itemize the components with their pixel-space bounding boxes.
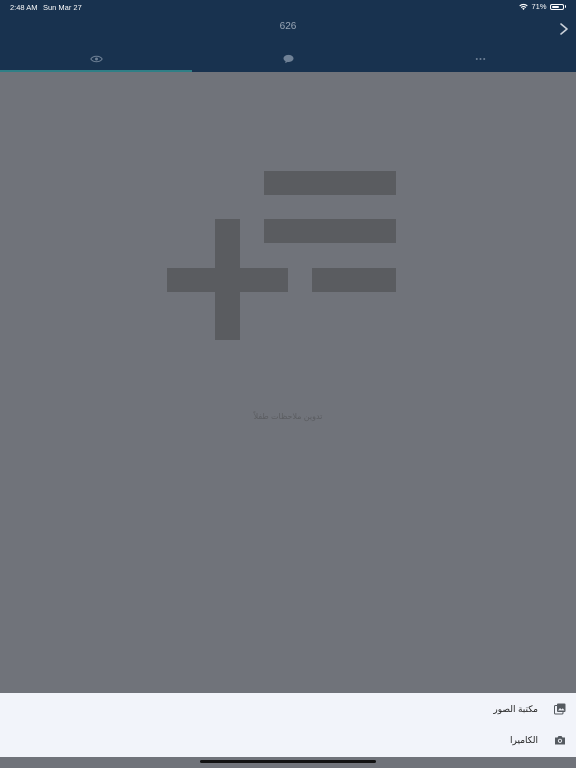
battery-fill	[551, 5, 559, 8]
tab-view[interactable]	[0, 46, 192, 72]
photo-library-option[interactable]: مكتبة الصور	[0, 693, 576, 725]
chat-bubble-icon	[283, 54, 293, 64]
more-dots-icon	[475, 57, 485, 61]
camera-icon	[555, 736, 565, 745]
battery-percent: 71%	[531, 2, 547, 11]
action-sheet: مكتبة الصور الكاميرا	[0, 693, 576, 757]
screen: 2:48 AM Sun Mar 27 71% 626 تدوين ملاحظات…	[0, 0, 576, 768]
add-list-icon	[167, 171, 396, 340]
status-indicators: 71%	[519, 2, 566, 11]
camera-option[interactable]: الكاميرا	[0, 724, 576, 756]
page-title: 626	[279, 21, 297, 32]
battery-icon	[549, 3, 564, 10]
status-bar: 2:48 AM Sun Mar 27 71%	[0, 0, 576, 14]
battery-cap	[564, 5, 566, 8]
tab-more[interactable]	[384, 46, 576, 72]
status-date: Sun Mar 27	[43, 3, 82, 12]
photo-library-label: مكتبة الصور	[493, 703, 538, 714]
chevron-right-icon[interactable]	[558, 22, 570, 36]
empty-state-text: تدوين ملاحظات طفلاً	[253, 412, 323, 421]
header: 2:48 AM Sun Mar 27 71% 626	[0, 0, 576, 72]
eye-icon	[89, 55, 103, 63]
tab-bar	[0, 46, 576, 72]
home-indicator[interactable]	[200, 760, 376, 763]
wifi-icon	[519, 3, 529, 10]
photo-library-icon	[554, 703, 566, 715]
status-time: 2:48 AM	[10, 3, 38, 12]
camera-label: الكاميرا	[510, 734, 538, 745]
tab-chat[interactable]	[192, 46, 384, 72]
